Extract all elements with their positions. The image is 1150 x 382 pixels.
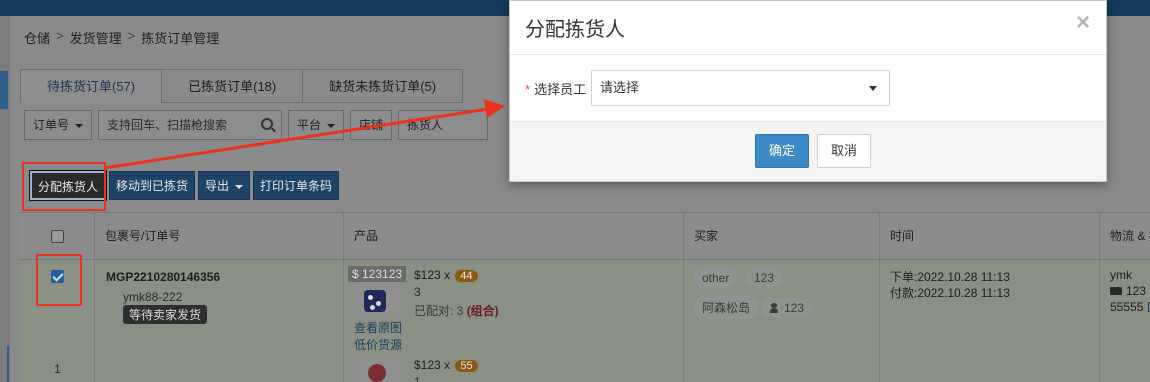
shipping-route: 123 - — [1110, 284, 1150, 298]
search-icon[interactable] — [261, 118, 274, 130]
order-tabs: 待拣货订单(57) 已拣货订单(18) 缺货未拣货订单(5) — [20, 69, 464, 103]
search-input[interactable]: 支持回车、扫描枪搜索 — [98, 110, 283, 140]
orders-table: 包裹号/订单号 产品 买家 时间 物流 & 打印 1 MGP2210280146… — [20, 212, 1150, 382]
left-sidebar-edge — [0, 16, 10, 382]
dialog-body: * 选择员工 请选择 — [510, 55, 1106, 121]
order-time: 下单:2022.10.28 11:13 — [890, 270, 1010, 284]
annotation-box-assign — [22, 162, 106, 211]
paid-time: 付款:2022.10.28 11:13 — [890, 286, 1010, 300]
column-header-package: 包裹号/订单号 — [95, 213, 344, 259]
chevron-down-icon — [869, 86, 877, 91]
employee-select[interactable]: 请选择 — [591, 70, 890, 106]
buyer-person-count: 123 — [762, 298, 813, 318]
sidebar-collapse-handle[interactable] — [0, 71, 8, 109]
breadcrumb: 仓储 > 发货管理 > 拣货订单管理 — [24, 28, 219, 47]
breadcrumb-item-picking: 拣货订单管理 — [141, 31, 220, 46]
item-quantity: 3 — [414, 285, 421, 299]
platform-dropdown[interactable]: 平台 — [288, 110, 345, 140]
column-header-product: 产品 — [344, 213, 684, 259]
dialog-header: 分配拣货人 × — [510, 1, 1106, 55]
item-quantity: 1 — [414, 375, 421, 382]
breadcrumb-separator: > — [127, 28, 136, 43]
buyer-tag: other — [694, 268, 738, 288]
column-header-buyer: 买家 — [684, 213, 880, 259]
truck-icon — [1110, 287, 1122, 295]
breadcrumb-item-warehouse[interactable]: 仓储 — [24, 28, 50, 47]
quantity-badge: 44 — [455, 270, 478, 282]
buyer-region: 阿森松岛 — [694, 296, 759, 319]
table-row: 1 MGP2210280146356 ymk88-222 等待卖家发货 $ 12… — [20, 260, 1150, 382]
employee-field-label: * 选择员工 — [525, 82, 587, 97]
column-header-logistics: 物流 & 打印 — [1110, 229, 1150, 243]
tab-out-of-stock[interactable]: 缺货未拣货订单(5) — [302, 69, 464, 103]
chevron-down-icon — [327, 123, 336, 128]
tab-pending-picking[interactable]: 待拣货订单(57) — [20, 69, 163, 103]
print-barcode-button[interactable]: 打印订单条码 — [253, 171, 340, 200]
matched-info: 已配对: 3 (组合) — [414, 304, 499, 318]
cancel-button[interactable]: 取消 — [817, 134, 871, 168]
store-dropdown[interactable]: 店铺 — [350, 110, 393, 140]
dialog-title: 分配拣货人 — [525, 19, 625, 41]
dialog-footer: 确定 取消 — [510, 121, 1106, 181]
order-number: ymk88-222 — [123, 290, 183, 304]
required-marker: * — [525, 82, 531, 97]
chevron-down-icon — [75, 123, 84, 128]
breadcrumb-item-shipping[interactable]: 发货管理 — [70, 28, 122, 47]
item-price: $123 x 44 — [414, 268, 478, 282]
table-header: 包裹号/订单号 产品 买家 时间 物流 & 打印 — [20, 212, 1150, 260]
order-no-dropdown[interactable]: 订单号 — [24, 110, 93, 140]
row-index: 1 — [54, 362, 61, 376]
buyer-tag-count: 123 — [746, 268, 783, 288]
picker-filter[interactable]: 拣货人 — [398, 110, 489, 140]
column-header-time: 时间 — [880, 213, 1100, 259]
combo-label: (组合) — [466, 304, 499, 318]
annotation-box-checkbox — [36, 254, 82, 306]
move-to-picked-button[interactable]: 移动到已拣货 — [109, 171, 196, 200]
package-number: MGP2210280146356 — [106, 270, 221, 284]
person-icon — [770, 303, 778, 313]
product-thumbnail[interactable] — [354, 282, 400, 318]
breadcrumb-separator: > — [56, 28, 64, 43]
product-thumbnail[interactable] — [354, 358, 400, 382]
low-price-source-link[interactable]: 低价货源 — [354, 336, 402, 353]
close-icon[interactable]: × — [1076, 9, 1090, 37]
confirm-button[interactable]: 确定 — [755, 134, 809, 168]
price-tag: $ 123123 — [348, 266, 407, 282]
view-image-link[interactable]: 查看原图 — [354, 319, 402, 336]
item-price: $123 x 55 — [414, 358, 478, 372]
tab-picked[interactable]: 已拣货订单(18) — [161, 69, 304, 103]
tracking-number[interactable]: 55555 — [1110, 300, 1150, 314]
select-all-checkbox[interactable] — [50, 230, 64, 244]
carrier-name: ymk — [1110, 268, 1132, 282]
chevron-down-icon — [235, 184, 244, 189]
assign-picker-dialog: 分配拣货人 × * 选择员工 请选择 确定 取消 — [509, 0, 1107, 182]
quantity-badge: 55 — [455, 360, 478, 372]
export-button[interactable]: 导出 — [198, 171, 251, 200]
status-badge: 等待卖家发货 — [123, 305, 208, 324]
filter-bar: 订单号 支持回车、扫描枪搜索 平台 店铺 拣货人 — [24, 110, 489, 140]
